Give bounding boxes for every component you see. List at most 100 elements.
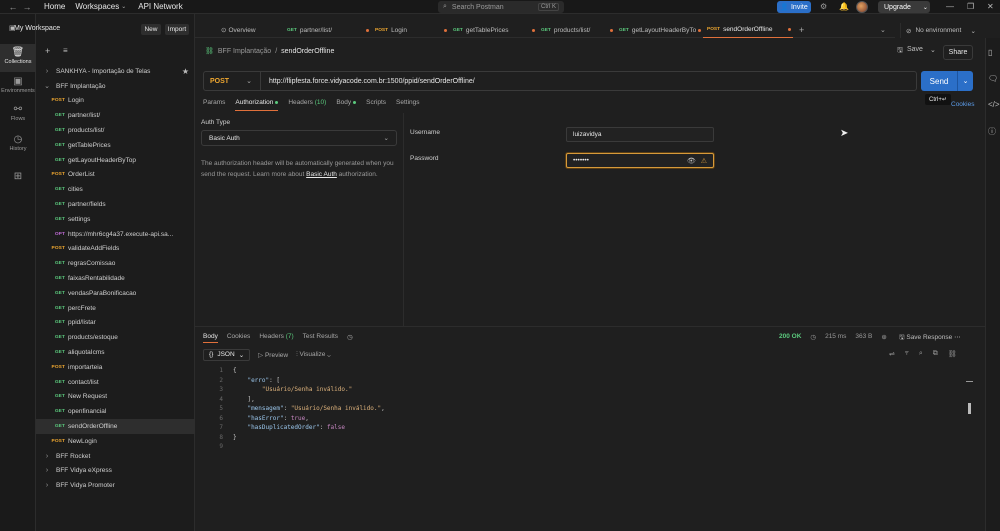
send-button[interactable]: Send ⌄ bbox=[921, 71, 973, 91]
format-select[interactable]: {} JSON ⌄ bbox=[203, 349, 251, 361]
request-item[interactable]: GET sendOrderOffline bbox=[36, 419, 195, 434]
wrap-icon[interactable]: ⇌ bbox=[889, 350, 895, 358]
search-input[interactable]: ⌕ Search Postman Ctrl K bbox=[438, 1, 564, 13]
rail-apps[interactable]: ⊞ bbox=[0, 171, 36, 183]
documentation-icon[interactable]: ▯ bbox=[988, 48, 992, 57]
tab-authorization[interactable]: Authorization bbox=[235, 99, 279, 111]
request-item[interactable]: OPT https://mhr6cg4a37.execute-api.sa... bbox=[36, 227, 195, 242]
preview-button[interactable]: ▷ Preview bbox=[258, 351, 288, 359]
tab-overview[interactable]: ⊙ Overview bbox=[195, 23, 283, 38]
tab-login[interactable]: POST Login bbox=[371, 23, 449, 38]
chevron-down-icon[interactable]: ⌄ bbox=[957, 71, 973, 91]
request-item[interactable]: GET partner/list/ bbox=[36, 108, 195, 123]
info-icon[interactable]: ⓘ bbox=[988, 126, 996, 137]
maximize-icon[interactable]: ❐ bbox=[967, 2, 974, 11]
history-icon[interactable]: ◷ bbox=[347, 333, 353, 343]
password-field[interactable]: ••••••• 👁 ⚠ bbox=[566, 153, 714, 168]
more-icon[interactable]: ⋯ bbox=[954, 334, 961, 341]
request-item[interactable]: POST importarteia bbox=[36, 360, 195, 375]
chevron-right-icon[interactable]: › bbox=[43, 68, 51, 75]
api-network-link[interactable]: API Network bbox=[138, 2, 182, 11]
request-item[interactable]: GET contact/list bbox=[36, 375, 195, 390]
tab-headers[interactable]: Headers (10) bbox=[288, 99, 326, 111]
collection-item[interactable]: › BFF Vidya eXpress bbox=[36, 464, 195, 479]
tab-response-headers[interactable]: Headers (7) bbox=[259, 333, 293, 343]
share-button[interactable]: Share bbox=[943, 45, 973, 60]
request-item[interactable]: GET vendasParaBonificacao bbox=[36, 286, 195, 301]
chevron-down-icon[interactable]: ⌄ bbox=[43, 82, 51, 90]
save-response-button[interactable]: 🖫 Save Response ⋯ bbox=[899, 333, 961, 344]
collection-item[interactable]: › SANKHYA - Importação de Telas ★ bbox=[36, 64, 195, 79]
avatar[interactable] bbox=[856, 1, 868, 13]
tab-scripts[interactable]: Scripts bbox=[366, 99, 386, 111]
search-icon[interactable]: ⌕ bbox=[919, 350, 923, 358]
response-size[interactable]: 363 B bbox=[855, 333, 872, 341]
tab-response-body[interactable]: Body bbox=[203, 333, 218, 343]
tab-getlayoutheaderbyto[interactable]: GET getLayoutHeaderByTo bbox=[615, 23, 703, 38]
tab-gettableprices[interactable]: GET getTablePrices bbox=[449, 23, 537, 38]
rail-flows[interactable]: ⚯ Flows bbox=[0, 104, 36, 122]
scrollbar-thumb[interactable] bbox=[968, 403, 971, 414]
forward-arrow-icon[interactable]: → bbox=[20, 2, 34, 12]
request-item[interactable]: GET faixasRentabilidade bbox=[36, 271, 195, 286]
link-icon[interactable]: ⛓ bbox=[948, 350, 957, 358]
new-tab-add-icon[interactable]: + bbox=[799, 25, 804, 35]
tab-products-list-[interactable]: GET products/list/ bbox=[537, 23, 615, 38]
response-body[interactable]: 1{ 2 "erro": [ 3 "Usuário/Senha inválido… bbox=[203, 366, 963, 452]
collection-item[interactable]: › BFF Rocket bbox=[36, 449, 195, 464]
username-field[interactable]: luizavidya bbox=[566, 127, 714, 142]
close-icon[interactable]: ✕ bbox=[987, 2, 994, 11]
request-item[interactable]: GET openfinancial bbox=[36, 404, 195, 419]
request-item[interactable]: GET getLayoutHeaderByTop bbox=[36, 153, 195, 168]
star-icon[interactable]: ★ bbox=[182, 67, 189, 76]
settings-gear-icon[interactable]: ⚙ bbox=[820, 2, 827, 11]
home-link[interactable]: Home bbox=[44, 2, 65, 11]
request-item[interactable]: GET settings bbox=[36, 212, 195, 227]
request-item[interactable]: GET products/estoque bbox=[36, 330, 195, 345]
back-arrow-icon[interactable]: ← bbox=[6, 2, 20, 12]
url-input[interactable]: http://flipfesta.force.vidyacode.com.br:… bbox=[269, 78, 475, 85]
chevron-right-icon[interactable]: › bbox=[43, 453, 51, 460]
visualize-button[interactable]: ⫶ Visualize ⌄ bbox=[296, 351, 331, 359]
tab-response-cookies[interactable]: Cookies bbox=[227, 333, 250, 343]
environment-selector[interactable]: ⊘ No environment ⌄ bbox=[900, 23, 980, 38]
code-icon[interactable]: </> bbox=[988, 100, 1000, 109]
request-item[interactable]: POST Login bbox=[36, 94, 195, 109]
tab-test-results[interactable]: Test Results bbox=[303, 333, 338, 343]
tabs-overflow-chevron-icon[interactable]: ⌄ bbox=[880, 26, 886, 34]
request-item[interactable]: GET getTablePrices bbox=[36, 138, 195, 153]
method-select[interactable]: POST ⌄ bbox=[204, 72, 261, 90]
filter-icon[interactable]: ⫧ bbox=[905, 350, 909, 358]
rail-history[interactable]: ◷ History bbox=[0, 134, 36, 152]
chevron-right-icon[interactable]: › bbox=[43, 467, 51, 474]
cookies-link[interactable]: Cookies bbox=[951, 101, 974, 108]
upgrade-button[interactable]: Upgrade ⌄ bbox=[878, 1, 930, 13]
request-item[interactable]: GET percFrete bbox=[36, 301, 195, 316]
request-item[interactable]: GET New Request bbox=[36, 390, 195, 405]
request-item[interactable]: GET ppid/listar bbox=[36, 316, 195, 331]
tab-params[interactable]: Params bbox=[203, 99, 225, 111]
request-item[interactable]: GET products/list/ bbox=[36, 123, 195, 138]
filter-icon[interactable]: ≡ bbox=[63, 46, 68, 55]
collection-item[interactable]: ⌄ BFF Implantação bbox=[36, 79, 195, 94]
request-item[interactable]: GET regrasComissao bbox=[36, 256, 195, 271]
request-item[interactable]: POST OrderList bbox=[36, 168, 195, 183]
import-button[interactable]: Import bbox=[165, 24, 189, 35]
workspaces-menu[interactable]: Workspaces ⌄ bbox=[75, 2, 126, 11]
collection-item[interactable]: › BFF Vidya Promoter bbox=[36, 478, 195, 493]
comments-icon[interactable]: 🗨 bbox=[988, 74, 998, 83]
request-item[interactable]: GET aliquotaIcms bbox=[36, 345, 195, 360]
status-code[interactable]: 200 OK bbox=[779, 333, 801, 341]
add-icon[interactable]: + bbox=[45, 46, 50, 56]
save-button[interactable]: 🖫 Save ⌄ bbox=[897, 46, 936, 57]
tab-partner-list-[interactable]: GET partner/list/ bbox=[283, 23, 371, 38]
response-time[interactable]: 215 ms bbox=[825, 333, 846, 341]
rail-collections[interactable]: 🗑 Collections bbox=[0, 44, 36, 72]
basic-auth-link[interactable]: Basic Auth bbox=[306, 171, 337, 178]
breadcrumb-current[interactable]: sendOrderOffline bbox=[281, 48, 334, 55]
rail-environments[interactable]: ▣ Environments bbox=[0, 76, 36, 94]
bell-icon[interactable]: 🔔 bbox=[839, 2, 849, 11]
tab-body[interactable]: Body bbox=[336, 99, 357, 111]
tab-settings[interactable]: Settings bbox=[396, 99, 420, 111]
breadcrumb-parent[interactable]: BFF Implantação bbox=[218, 48, 271, 55]
